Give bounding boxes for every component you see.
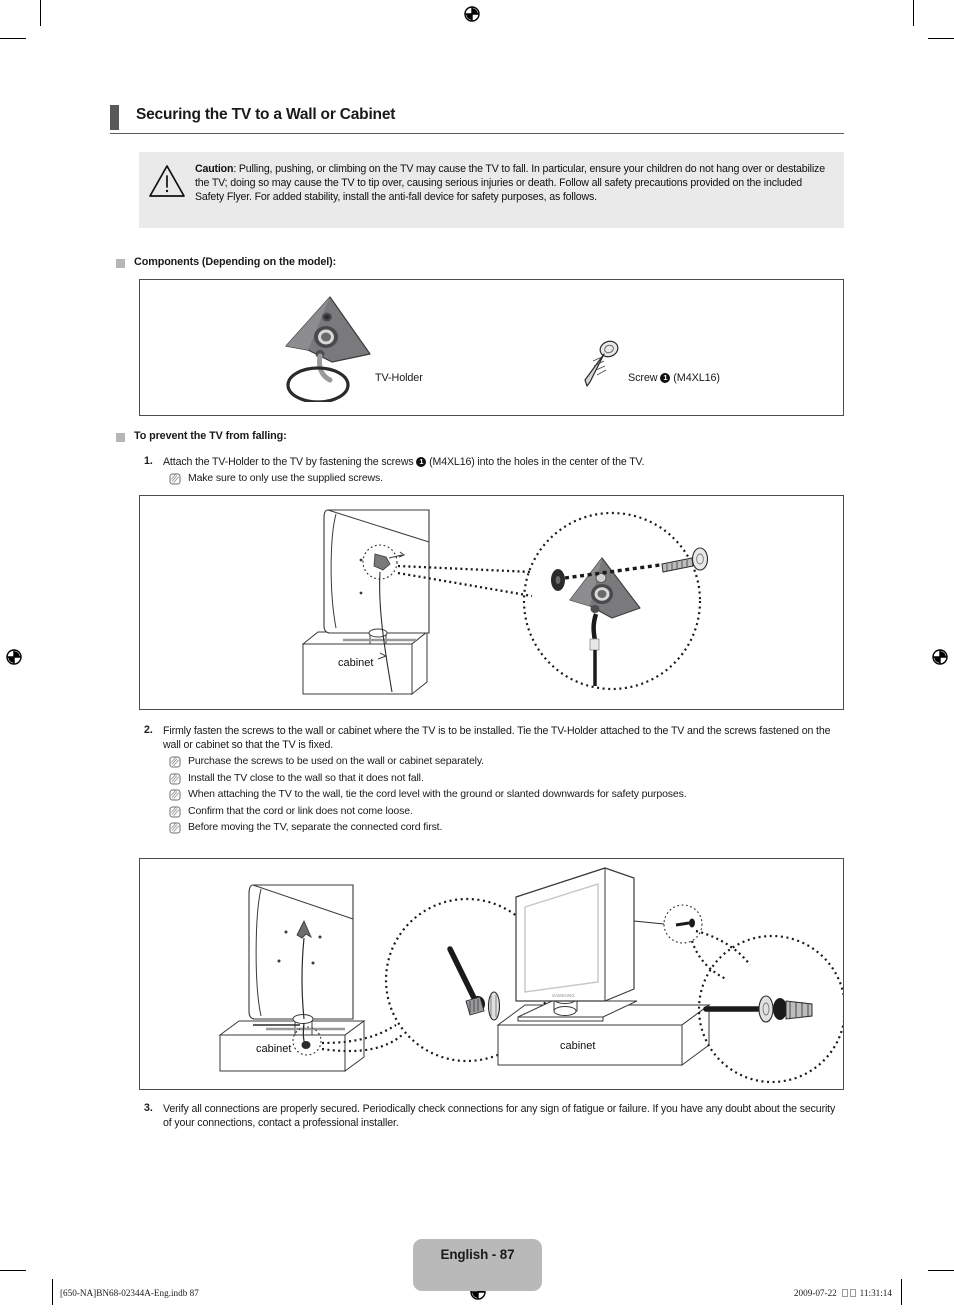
step-2-number: 2. bbox=[144, 724, 153, 736]
page-content: Securing the TV to a Wall or Cabinet Cau… bbox=[110, 0, 844, 1315]
crop-mark-top-right-horizontal bbox=[928, 38, 954, 39]
crop-mark-top-left-vertical bbox=[40, 0, 41, 26]
figure-2-illustration: cabinet cabinet SAMSUNG bbox=[218, 867, 843, 1084]
note-memo-icon bbox=[169, 822, 181, 834]
step-2-note-4-text: Confirm that the cord or link does not c… bbox=[188, 804, 413, 817]
caution-box: Caution: Pulling, pushing, or climbing o… bbox=[139, 152, 844, 228]
footer-tick-left bbox=[52, 1279, 53, 1305]
screw-label-post: (M4XL16) bbox=[670, 372, 720, 384]
note-memo-icon bbox=[169, 806, 181, 818]
page-title: Securing the TV to a Wall or Cabinet bbox=[136, 106, 396, 123]
step-1-text-pre: Attach the TV-Holder to the TV by fasten… bbox=[163, 456, 417, 468]
tv-holder-icon bbox=[285, 296, 371, 402]
step-1-number: 1. bbox=[144, 455, 153, 467]
figure-1-box: cabinet bbox=[139, 495, 844, 710]
step-1-body: Attach the TV-Holder to the TV by fasten… bbox=[163, 455, 844, 486]
header-rule bbox=[110, 133, 844, 134]
figure-2-box: cabinet cabinet SAMSUNG bbox=[139, 858, 844, 1090]
step-2-note-1-text: Purchase the screws to be used on the wa… bbox=[188, 755, 484, 767]
step-2-note-4: Confirm that the cord or link does not c… bbox=[163, 804, 844, 819]
footer-time: 11:31:14 bbox=[859, 1288, 892, 1298]
registration-mark-right-center bbox=[932, 649, 948, 665]
caution-body: : Pulling, pushing, or climbing on the T… bbox=[195, 163, 825, 204]
step-2-note-5-text: Before moving the TV, separate the conne… bbox=[188, 821, 443, 834]
page-number-label: English - 87 bbox=[440, 1247, 515, 1262]
step-3-number: 3. bbox=[144, 1102, 153, 1114]
footer-timestamp: 2009-07-22 11:31:14 bbox=[794, 1288, 892, 1298]
step-1-note-1-text: Make sure to only use the supplied screw… bbox=[188, 472, 383, 484]
svg-text:cabinet: cabinet bbox=[560, 1040, 595, 1052]
registration-mark-left-center bbox=[6, 649, 22, 665]
svg-text:cabinet: cabinet bbox=[338, 657, 373, 669]
crop-mark-top-left-horizontal bbox=[0, 38, 26, 39]
footer-tick-right bbox=[901, 1279, 902, 1305]
components-figure-box: TV-Holder Screw 1 (M4XL16) bbox=[139, 279, 844, 416]
step-1-text-post: (M4XL16) into the holes in the center of… bbox=[426, 456, 645, 468]
step-2-text: Firmly fasten the screws to the wall or … bbox=[163, 725, 831, 751]
footer-crop-right bbox=[928, 1270, 954, 1271]
step-2-note-2: Install the TV close to the wall so that… bbox=[163, 771, 844, 786]
caution-label: Caution bbox=[195, 163, 234, 175]
footer-file-info: [650-NA]BN68-02344A-Eng.indb 87 bbox=[60, 1288, 199, 1298]
step-1-text: Attach the TV-Holder to the TV by fasten… bbox=[163, 455, 844, 469]
bullet-square-icon bbox=[116, 259, 125, 268]
screw-label: Screw 1 (M4XL16) bbox=[628, 372, 720, 384]
note-memo-icon bbox=[169, 789, 181, 801]
step-1-numeral-badge: 1 bbox=[416, 457, 427, 467]
footer-date: 2009-07-22 bbox=[793, 1288, 837, 1298]
missing-glyph-1 bbox=[842, 1289, 849, 1297]
components-heading: Components (Depending on the model): bbox=[116, 256, 836, 268]
bullet-square-icon-2 bbox=[116, 433, 125, 442]
missing-glyph-2 bbox=[850, 1289, 857, 1297]
step-1-note-1: Make sure to only use the supplied screw… bbox=[163, 471, 844, 486]
svg-text:cabinet: cabinet bbox=[256, 1043, 291, 1055]
step-2-note-3: When attaching the TV to the wall, tie t… bbox=[163, 787, 844, 802]
step-3-text: Verify all connections are properly secu… bbox=[163, 1103, 836, 1129]
crop-mark-top-right-vertical bbox=[913, 0, 914, 26]
components-heading-label: Components (Depending on the model): bbox=[134, 256, 337, 268]
header-accent-bar bbox=[110, 105, 119, 130]
step-2: 2. Firmly fasten the screws to the wall … bbox=[139, 724, 844, 835]
step-2-note-1: Purchase the screws to be used on the wa… bbox=[163, 754, 844, 769]
warning-triangle-icon bbox=[139, 152, 195, 198]
step-2-note-3-text: When attaching the TV to the wall, tie t… bbox=[188, 788, 687, 801]
screw-numeral-badge: 1 bbox=[660, 373, 671, 383]
note-memo-icon bbox=[169, 756, 181, 768]
step-2-body: Firmly fasten the screws to the wall or … bbox=[163, 724, 844, 835]
step-2-note-2-text: Install the TV close to the wall so that… bbox=[188, 771, 424, 784]
note-memo-icon bbox=[169, 773, 181, 785]
note-memo-icon bbox=[169, 473, 181, 485]
step-2-note-5: Before moving the TV, separate the conne… bbox=[163, 820, 844, 835]
footer-crop-left bbox=[0, 1270, 26, 1271]
caution-text: Caution: Pulling, pushing, or climbing o… bbox=[195, 152, 844, 204]
step-3: 3. Verify all connections are properly s… bbox=[139, 1102, 844, 1130]
figure-1-illustration: cabinet bbox=[301, 509, 709, 696]
section-header: Securing the TV to a Wall or Cabinet bbox=[110, 105, 844, 137]
tv-holder-label: TV-Holder bbox=[375, 372, 423, 384]
prevent-heading-label: To prevent the TV from falling: bbox=[134, 430, 287, 442]
screw-icon bbox=[584, 340, 619, 387]
prevent-heading: To prevent the TV from falling: bbox=[116, 430, 836, 442]
screw-label-pre: Screw bbox=[628, 372, 661, 384]
page-number-badge: English - 87 bbox=[413, 1239, 542, 1291]
svg-text:SAMSUNG: SAMSUNG bbox=[552, 993, 575, 998]
step-3-body: Verify all connections are properly secu… bbox=[163, 1102, 844, 1130]
step-1: 1. Attach the TV-Holder to the TV by fas… bbox=[139, 455, 844, 486]
